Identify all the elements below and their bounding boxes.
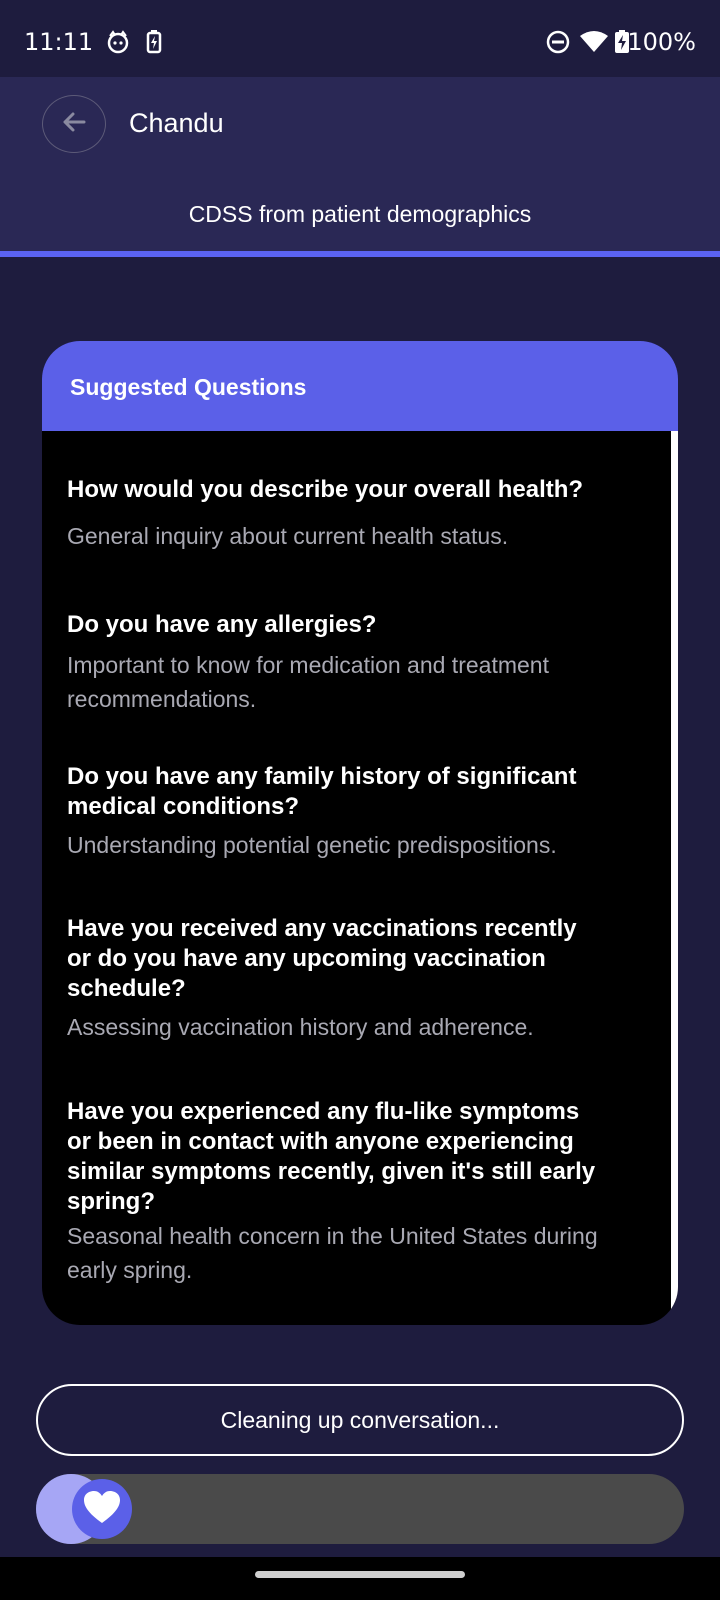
question-item[interactable]: Have you received any vaccinations recen… [67,914,647,1044]
question-description: Understanding potential genetic predispo… [67,828,647,862]
question-title-line: Have you received any vaccinations recen… [67,915,577,942]
suggested-questions-card: Suggested Questions How would you descri… [42,341,678,1325]
question-title-line: Do you have any allergies? [67,611,377,638]
battery-saver-icon [146,30,162,59]
question-item[interactable]: Have you experienced any flu-like sympto… [67,1097,647,1287]
question-description-line: Important to know for medication and tre… [67,652,549,678]
battery-percentage: 100% [627,28,696,56]
question-item[interactable]: How would you describe your overall heal… [67,475,647,553]
question-description-line: Understanding potential genetic predispo… [67,832,557,858]
card-header: Suggested Questions [42,341,678,431]
cleanup-conversation-button[interactable]: Cleaning up conversation... [36,1384,684,1456]
do-not-disturb-icon [546,30,570,59]
question-title: Have you experienced any flu-like sympto… [67,1097,647,1217]
heart-icon [82,1489,122,1530]
question-description-line: General inquiry about current health sta… [67,523,509,549]
question-title-line: schedule? [67,975,186,1002]
question-description-line: recommendations. [67,686,257,712]
page-title: Chandu [129,108,224,138]
question-title-line: spring? [67,1188,155,1215]
question-title: How would you describe your overall heal… [67,475,647,505]
question-title: Do you have any family history of signif… [67,762,647,822]
question-title-line: Do you have any family history of signif… [67,763,577,790]
question-description-line: Seasonal health concern in the United St… [67,1223,598,1249]
question-description: General inquiry about current health sta… [67,519,647,553]
slider-thumb[interactable] [72,1479,132,1539]
home-gesture-handle[interactable] [255,1571,465,1578]
question-description: Important to know for medication and tre… [67,648,647,716]
slider-track[interactable] [36,1474,684,1544]
question-description: Seasonal health concern in the United St… [67,1219,647,1287]
question-description: Assessing vaccination history and adhere… [67,1010,647,1044]
question-title-line: Have you experienced any flu-like sympto… [67,1098,580,1125]
question-title: Have you received any vaccinations recen… [67,914,647,1004]
question-title-line: medical conditions? [67,793,300,820]
question-item[interactable]: Do you have any family history of signif… [67,762,647,862]
question-title: Do you have any allergies? [67,610,647,640]
system-navigation-bar [0,1557,720,1600]
question-item[interactable]: Do you have any allergies? Important to … [67,610,647,716]
status-time: 11:11 [24,28,94,56]
page-subtitle: CDSS from patient demographics [188,201,532,227]
header-progress-bar [0,251,720,257]
question-title-line: or been in contact with anyone experienc… [67,1128,574,1155]
wifi-icon [580,30,608,59]
question-title-line: or do you have any upcoming vaccination [67,945,546,972]
back-button[interactable] [42,95,106,153]
question-title-line: similar symptoms recently, given it's st… [67,1158,596,1185]
cat-notification-icon [106,30,130,59]
card-title: Suggested Questions [70,374,307,400]
status-bar: 11:11 100% [0,0,720,77]
question-description-line: early spring. [67,1257,193,1283]
arrow-left-icon [60,108,88,141]
question-title-line: How would you describe your overall heal… [67,476,584,503]
question-description-line: Assessing vaccination history and adhere… [67,1014,534,1040]
card-scrollbar[interactable] [671,431,678,1325]
app-header: Chandu CDSS from patient demographics [0,77,720,251]
